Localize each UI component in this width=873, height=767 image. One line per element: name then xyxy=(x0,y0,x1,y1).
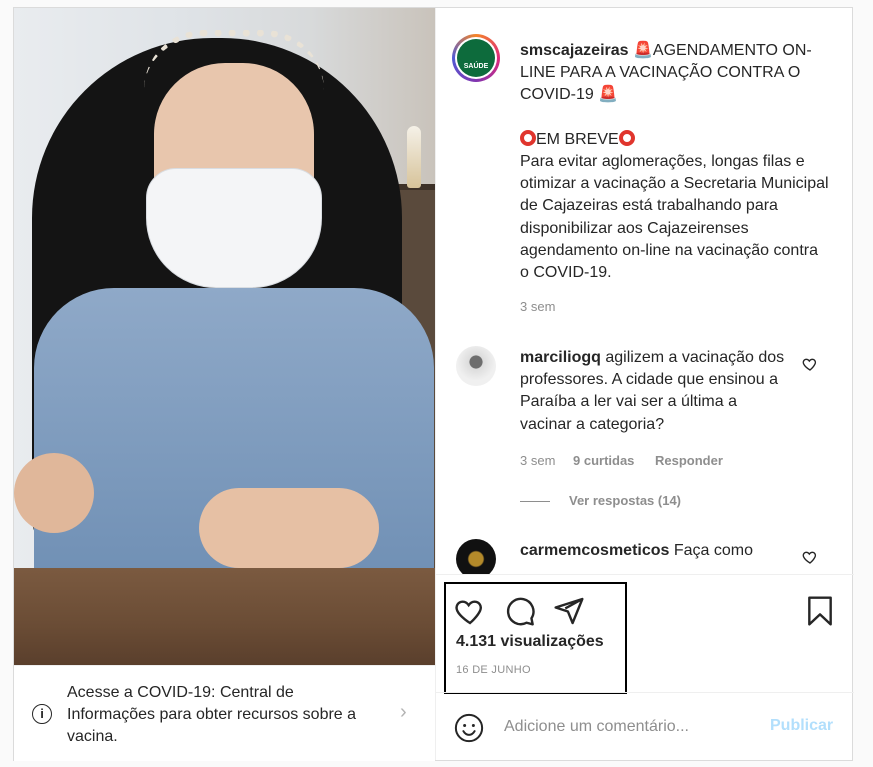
comments-list[interactable]: SAÚDE smscajazeiras 🚨AGENDAMENTO ON-LINE… xyxy=(436,8,854,574)
like-heart-icon[interactable] xyxy=(454,595,486,627)
commenter-username[interactable]: carmemcosmeticos xyxy=(520,542,669,559)
hand xyxy=(14,453,94,533)
publish-button[interactable]: Publicar xyxy=(770,717,833,735)
headband xyxy=(144,30,324,90)
comment-body: Faça como xyxy=(673,542,754,559)
add-comment-bar: Publicar xyxy=(436,692,854,760)
post-container: i Acesse a COVID-19: Central de Informaç… xyxy=(13,7,854,761)
commenter-avatar[interactable] xyxy=(456,346,496,386)
replies-divider xyxy=(520,501,550,502)
post-caption: smscajazeiras 🚨AGENDAMENTO ON-LINE PARA … xyxy=(520,40,830,284)
comment-input[interactable] xyxy=(504,715,744,739)
covid-info-text: Acesse a COVID-19: Central de Informaçõe… xyxy=(67,684,357,745)
author-username[interactable]: smscajazeiras xyxy=(520,42,629,59)
view-count[interactable]: 4.131 visualizações xyxy=(456,633,604,651)
caption-em-breve: EM BREVE xyxy=(536,130,619,148)
chevron-right-icon: › xyxy=(400,701,407,723)
info-icon: i xyxy=(32,704,52,724)
comment-bubble-icon[interactable] xyxy=(504,595,536,627)
like-comment-heart-icon[interactable] xyxy=(802,356,818,372)
comment-timestamp[interactable]: 3 sem xyxy=(520,453,555,468)
siren-icon: 🚨 xyxy=(632,42,653,59)
emoji-icon[interactable] xyxy=(454,713,484,743)
post-video[interactable] xyxy=(14,8,435,665)
save-bookmark-icon[interactable] xyxy=(804,595,836,627)
red-circle-icon xyxy=(618,129,635,146)
hand xyxy=(199,488,379,568)
post-sidebar: SAÚDE smscajazeiras 🚨AGENDAMENTO ON-LINE… xyxy=(435,8,854,760)
statue xyxy=(407,126,421,188)
caption-body: Para evitar aglomerações, longas filas e… xyxy=(520,153,829,282)
caption-timestamp[interactable]: 3 sem xyxy=(520,299,555,314)
wooden-table xyxy=(14,568,435,665)
covid-info-banner[interactable]: i Acesse a COVID-19: Central de Informaç… xyxy=(14,665,435,761)
red-circle-icon xyxy=(520,129,536,146)
view-replies-button[interactable]: Ver respostas (14) xyxy=(569,493,681,508)
like-comment-heart-icon[interactable] xyxy=(802,549,818,565)
share-send-icon[interactable] xyxy=(553,595,585,627)
comment-text: marciliogq agilizem a vacinação dos prof… xyxy=(520,347,790,436)
comment-likes[interactable]: 9 curtidas xyxy=(573,453,634,468)
commenter-avatar[interactable] xyxy=(456,539,496,574)
commenter-username[interactable]: marciliogq xyxy=(520,349,601,366)
author-avatar[interactable]: SAÚDE xyxy=(452,34,500,82)
face-mask xyxy=(146,168,322,288)
saude-logo: SAÚDE xyxy=(457,39,495,77)
reply-button[interactable]: Responder xyxy=(655,453,723,468)
siren-icon: 🚨 xyxy=(598,86,619,104)
post-actions: 4.131 visualizações 16 DE JUNHO xyxy=(436,574,854,694)
post-date[interactable]: 16 DE JUNHO xyxy=(456,664,531,676)
comment-text: carmemcosmeticos Faça como xyxy=(520,540,790,562)
